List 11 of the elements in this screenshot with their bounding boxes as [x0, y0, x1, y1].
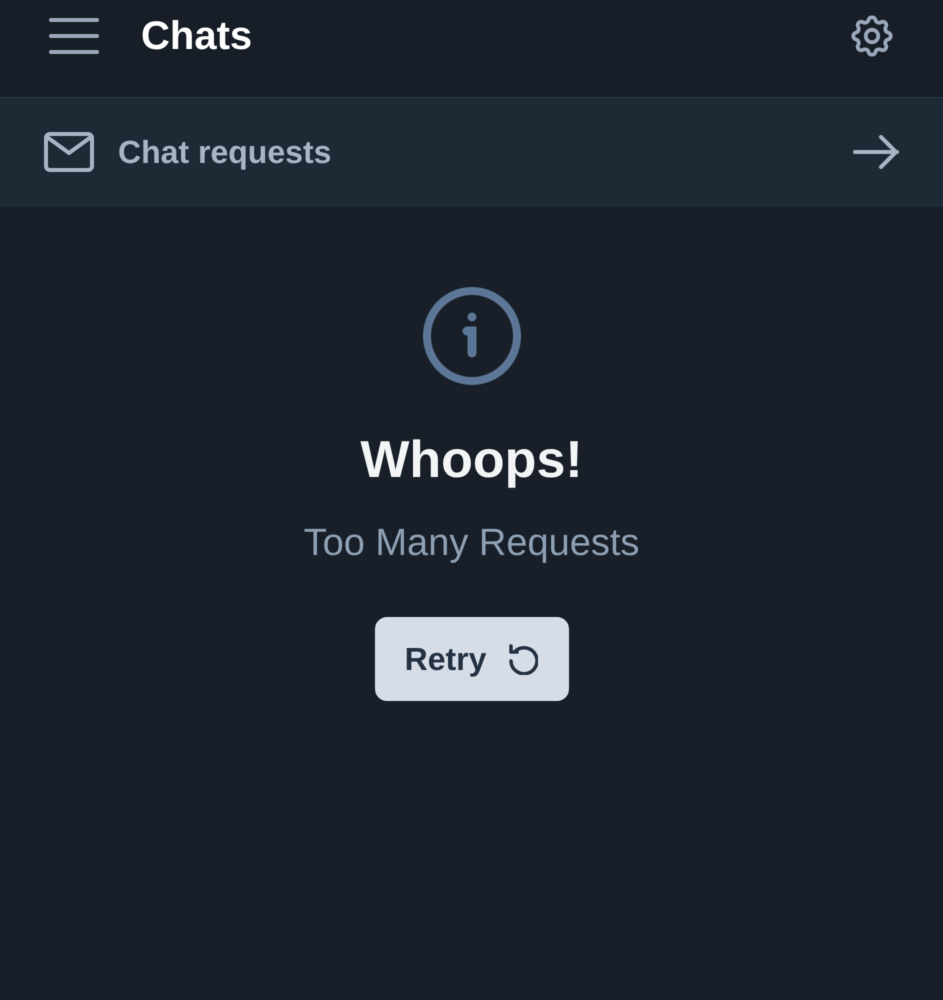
- refresh-icon: [508, 643, 538, 675]
- arrow-right-icon: [853, 134, 899, 168]
- error-title: Whoops!: [360, 434, 583, 486]
- mail-icon: [44, 132, 94, 172]
- info-icon: [422, 286, 522, 386]
- chat-requests-label: Chat requests: [118, 136, 332, 168]
- menu-icon: [49, 18, 99, 54]
- page-title: Chats: [141, 16, 252, 56]
- error-message: Too Many Requests: [304, 524, 640, 562]
- retry-button[interactable]: Retry: [374, 617, 568, 701]
- chat-requests-row[interactable]: Chat requests: [0, 98, 943, 206]
